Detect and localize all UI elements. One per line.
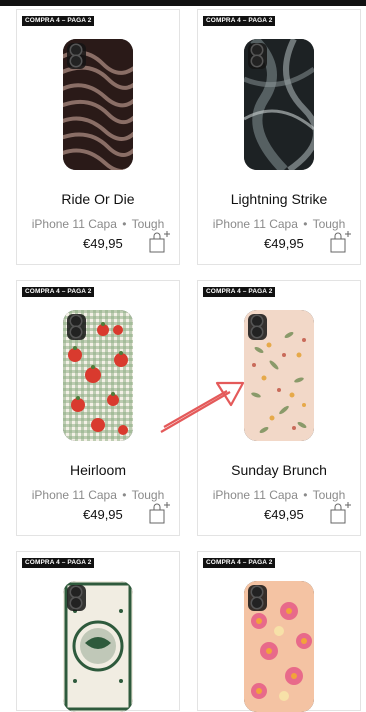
promo-badge: COMPRA 4 – PAGA 2 (22, 16, 95, 26)
product-name[interactable]: Heirloom (17, 462, 179, 478)
lens-icon (252, 327, 262, 337)
lens-icon (252, 45, 262, 55)
product-name[interactable]: Ride Or Die (17, 191, 179, 207)
promo-badge: COMPRA 4 – PAGA 2 (203, 287, 276, 297)
lens-icon (71, 316, 81, 326)
bag-plus-icon[interactable] (328, 230, 352, 254)
product-image[interactable] (63, 39, 133, 170)
product-price: €49,95 (264, 507, 304, 522)
camera-module (67, 585, 86, 611)
product-meta: iPhone 11 Capa • Tough (31, 217, 165, 231)
lens-icon (252, 56, 262, 66)
promo-badge: COMPRA 4 – PAGA 2 (203, 558, 276, 568)
lens-icon (252, 316, 262, 326)
lens-icon (71, 327, 81, 337)
product-meta: iPhone 11 Capa • Tough (212, 488, 346, 502)
product-card[interactable]: COMPRA 4 – PAGA 2 Ride Or Die iPhone 11 … (16, 9, 180, 265)
product-image[interactable] (63, 310, 133, 441)
camera-module (248, 585, 267, 611)
bag-plus-icon[interactable] (147, 230, 171, 254)
lens-icon (71, 56, 81, 66)
lens-icon (71, 587, 81, 597)
lens-icon (252, 598, 262, 608)
camera-module (67, 43, 86, 69)
annotation-arrow-icon (160, 381, 245, 433)
bag-plus-icon[interactable] (328, 501, 352, 525)
product-name[interactable]: Sunday Brunch (198, 462, 360, 478)
product-name[interactable]: Lightning Strike (198, 191, 360, 207)
camera-module (67, 314, 86, 340)
product-card[interactable]: COMPRA 4 – PAGA 2 (16, 551, 180, 712)
lens-icon (252, 587, 262, 597)
product-price: €49,95 (83, 236, 123, 251)
promo-badge: COMPRA 4 – PAGA 2 (203, 16, 276, 26)
product-price: €49,95 (83, 507, 123, 522)
promo-badge: COMPRA 4 – PAGA 2 (22, 287, 95, 297)
top-bar (0, 0, 366, 6)
product-meta: iPhone 11 Capa • Tough (212, 217, 346, 231)
promo-badge: COMPRA 4 – PAGA 2 (22, 558, 95, 568)
product-card[interactable]: COMPRA 4 – PAGA 2 (197, 551, 361, 712)
lens-icon (71, 598, 81, 608)
product-price: €49,95 (264, 236, 304, 251)
product-image[interactable] (244, 581, 314, 712)
product-card[interactable]: COMPRA 4 – PAGA 2 Lightning Strike iPhon… (197, 9, 361, 265)
product-meta: iPhone 11 Capa • Tough (31, 488, 165, 502)
product-image[interactable] (63, 581, 133, 712)
bag-plus-icon[interactable] (147, 501, 171, 525)
camera-module (248, 43, 267, 69)
product-image[interactable] (244, 39, 314, 170)
lens-icon (71, 45, 81, 55)
camera-module (248, 314, 267, 340)
